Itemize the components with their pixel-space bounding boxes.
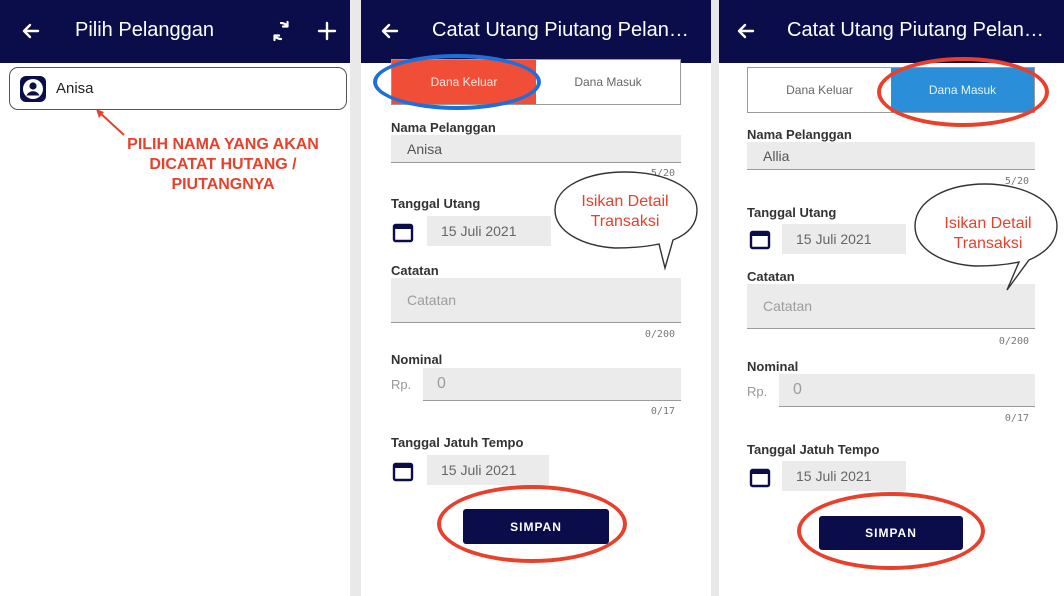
customer-name-value: Anisa	[407, 140, 443, 157]
save-button[interactable]: SIMPAN	[463, 509, 609, 544]
page-title: Catat Utang Piutang Pelanggan	[787, 19, 1049, 41]
calendar-icon[interactable]	[392, 221, 414, 243]
annotation-line: PILIH NAMA YANG AKAN	[127, 136, 319, 153]
nominal-value: 0	[437, 375, 446, 392]
name-counter: 5/20	[1004, 176, 1029, 187]
bubble-text: Isikan Detail Transaksi	[926, 214, 1050, 254]
person-icon	[20, 76, 46, 102]
screen-choose-customer: Pilih Pelanggan Anisa PILIH NAMA YANG AK…	[0, 0, 350, 596]
due-date-label: Tanggal Jatuh Tempo	[747, 442, 880, 457]
fund-type-toggle: Dana Keluar Dana Masuk	[391, 59, 681, 105]
bubble-line: Isikan Detail	[581, 193, 669, 210]
back-arrow-icon[interactable]	[16, 16, 46, 46]
customer-name-field[interactable]: Anisa	[391, 135, 681, 163]
bubble-line: Isikan Detail	[944, 215, 1032, 232]
refresh-icon[interactable]	[266, 16, 296, 46]
debt-date-field[interactable]: 15 Juli 2021	[782, 224, 906, 254]
back-arrow-icon[interactable]	[731, 16, 761, 46]
customer-list-item[interactable]: Anisa	[9, 67, 347, 110]
save-button[interactable]: SIMPAN	[819, 516, 963, 550]
calendar-icon[interactable]	[749, 466, 771, 488]
app-bar: Pilih Pelanggan	[0, 0, 350, 63]
currency-prefix: Rp.	[747, 384, 768, 399]
note-placeholder: Catatan	[407, 292, 457, 308]
annotation-text: PILIH NAMA YANG AKAN DICATAT HUTANG / PI…	[108, 135, 338, 195]
tab-dana-keluar[interactable]: Dana Keluar	[748, 68, 891, 112]
annotation-line: PIUTANGNYA	[171, 176, 275, 193]
tab-dana-keluar[interactable]: Dana Keluar	[392, 60, 536, 104]
due-date-field[interactable]: 15 Juli 2021	[782, 461, 906, 491]
nominal-field[interactable]: 0	[423, 368, 681, 401]
nominal-counter: 0/17	[650, 406, 675, 417]
note-field[interactable]: Catatan	[391, 278, 681, 323]
note-counter: 0/200	[644, 329, 675, 340]
currency-prefix: Rp.	[391, 377, 412, 392]
name-label: Nama Pelanggan	[747, 127, 852, 142]
page-title: Pilih Pelanggan	[75, 19, 214, 41]
screen-record-debt-in: Catat Utang Piutang Pelanggan Dana Kelua…	[719, 0, 1064, 596]
date-label: Tanggal Utang	[747, 205, 837, 220]
bubble-line: Transaksi	[953, 235, 1023, 252]
date-label: Tanggal Utang	[391, 196, 481, 211]
due-date-label: Tanggal Jatuh Tempo	[391, 435, 524, 450]
annotation-line: DICATAT HUTANG /	[149, 156, 297, 173]
name-label: Nama Pelanggan	[391, 120, 496, 135]
bubble-line: Transaksi	[590, 213, 660, 230]
bubble-text: Isikan Detail Transaksi	[564, 192, 686, 232]
note-placeholder: Catatan	[763, 298, 813, 314]
calendar-icon[interactable]	[749, 228, 771, 250]
app-bar: Catat Utang Piutang Pelanggan	[361, 0, 711, 63]
nominal-field[interactable]: 0	[779, 374, 1035, 407]
panel-divider	[711, 0, 719, 596]
note-field[interactable]: Catatan	[747, 284, 1035, 329]
nominal-label: Nominal	[747, 359, 799, 374]
add-icon[interactable]	[312, 16, 342, 46]
customer-name-field[interactable]: Allia	[747, 142, 1035, 170]
debt-date-field[interactable]: 15 Juli 2021	[427, 216, 551, 246]
note-label: Catatan	[391, 263, 439, 278]
tab-dana-masuk[interactable]: Dana Masuk	[536, 60, 680, 104]
fund-type-toggle: Dana Keluar Dana Masuk	[747, 67, 1035, 113]
nominal-value: 0	[793, 381, 802, 398]
screen-record-debt-out: Catat Utang Piutang Pelanggan Dana Kelua…	[361, 0, 711, 596]
note-label: Catatan	[747, 269, 795, 284]
app-bar: Catat Utang Piutang Pelanggan	[719, 0, 1064, 63]
page-title: Catat Utang Piutang Pelanggan	[432, 19, 692, 41]
note-counter: 0/200	[998, 336, 1029, 347]
calendar-icon[interactable]	[392, 460, 414, 482]
panel-divider	[350, 0, 361, 596]
customer-name-value: Allia	[763, 147, 790, 164]
name-counter: 5/20	[650, 168, 675, 179]
back-arrow-icon[interactable]	[375, 16, 405, 46]
tab-dana-masuk[interactable]: Dana Masuk	[891, 68, 1034, 112]
nominal-counter: 0/17	[1004, 413, 1029, 424]
due-date-field[interactable]: 15 Juli 2021	[427, 455, 549, 485]
nominal-label: Nominal	[391, 352, 443, 367]
customer-name: Anisa	[56, 80, 94, 97]
